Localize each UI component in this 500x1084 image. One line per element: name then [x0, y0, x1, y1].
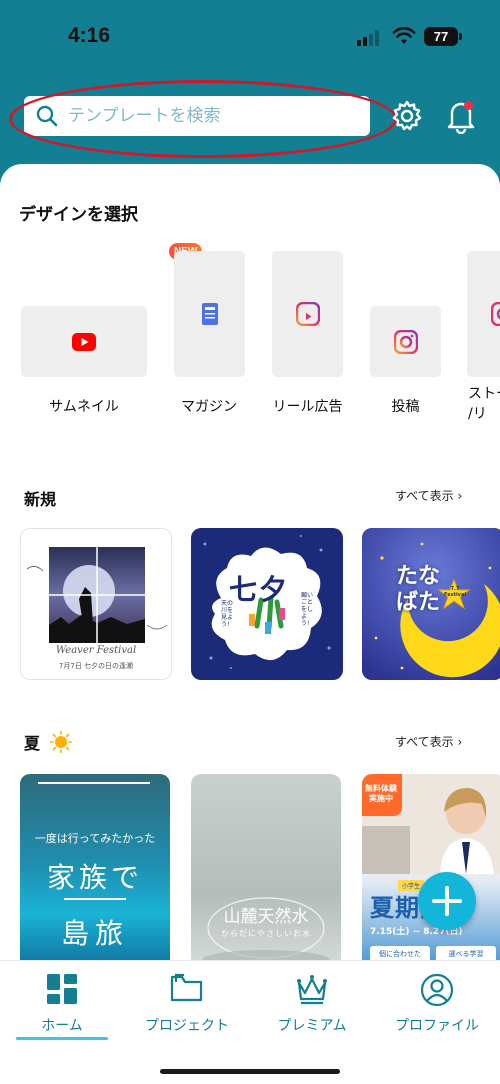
bell-icon[interactable]: [444, 98, 478, 134]
main-sheet: デザインを選択 サムネイル NEW マガジン リール広告: [0, 164, 500, 1084]
water-glass-artwork: [202, 897, 330, 970]
template-card-tanabata-cloud[interactable]: 七夕 天の川を見よう! 願いごとをしよう!: [191, 528, 343, 680]
weaver-caption: 7月7日 七夕の日の逢瀬: [58, 662, 134, 670]
design-label-post: 投稿: [391, 399, 420, 415]
home-grid-icon: [47, 974, 77, 1004]
island-line2: 家族で: [46, 861, 143, 894]
signal-icon: [357, 30, 383, 46]
weaver-festival-artwork: [26, 547, 168, 643]
design-card-post[interactable]: [370, 306, 441, 377]
course-badge: 無料体験 実施中: [362, 774, 402, 816]
template-card-island-trip[interactable]: 一度は行ってみたかった 家族で 島旅: [20, 774, 170, 974]
design-label-magazine: マガジン: [181, 399, 237, 415]
search-icon: [36, 105, 58, 127]
design-label-story: ストー /リ: [468, 386, 500, 422]
status-time: 4:16: [68, 24, 111, 47]
nav-projects[interactable]: プロジェクト: [127, 961, 247, 1041]
nav-profile[interactable]: プロファイル: [377, 961, 497, 1041]
summer-see-all-link[interactable]: すべて表示 ›: [395, 733, 462, 750]
nav-profile-label: プロファイル: [395, 1018, 479, 1034]
design-label-reels-ad: リール広告: [272, 399, 343, 415]
island-line1: 一度は行ってみたかった: [34, 832, 156, 845]
tanabata-star-text: 7.7 Festival: [444, 586, 467, 598]
template-card-weaver[interactable]: Weaver Festival 7月7日 七夕の日の逢瀬: [20, 528, 172, 680]
sun-icon: [49, 730, 72, 754]
battery-indicator: 77: [424, 27, 462, 46]
island-line3: 島旅: [60, 917, 129, 950]
search-bar[interactable]: [24, 96, 370, 136]
magazine-icon: [201, 303, 218, 325]
nav-active-indicator: [16, 1037, 108, 1040]
design-section-title: デザインを選択: [19, 205, 138, 225]
design-label-thumbnail: サムネイル: [49, 399, 119, 415]
crown-icon: [297, 975, 327, 1005]
template-card-spring-water[interactable]: 山麓天然水 からだにやさしいお水: [191, 774, 341, 974]
nav-premium[interactable]: プレミアム: [252, 961, 372, 1041]
home-indicator: [160, 1069, 340, 1074]
new-see-all-link[interactable]: すべて表示 ›: [395, 487, 462, 504]
nav-home[interactable]: ホーム: [2, 961, 122, 1041]
bottom-nav: ホーム プロジェクト プレミアム プロファイル: [0, 960, 500, 1084]
tanabata-title: 七夕: [229, 573, 290, 606]
tanabata-sub-left: 天の川を見よう!: [221, 600, 234, 628]
weaver-title: Weaver Festival: [55, 645, 137, 656]
folder-icon: [170, 973, 203, 1002]
summer-section-title: 夏: [24, 730, 72, 754]
design-card-magazine[interactable]: [174, 251, 245, 377]
youtube-icon: [72, 332, 96, 351]
water-title: 山麓天然水: [223, 907, 309, 927]
template-card-tanabata-moon[interactable]: たなばた 7.7 Festival: [362, 528, 500, 680]
design-card-story[interactable]: [467, 251, 500, 377]
template-card-summer-course[interactable]: 無料体験 実施中 小学生 夏期講習 7.15(土) ~ 8.27(日) 個に合わ…: [362, 774, 500, 974]
reels-icon: [295, 302, 320, 326]
nav-projects-label: プロジェクト: [145, 1018, 229, 1034]
gear-icon[interactable]: [389, 98, 425, 134]
nav-home-label: ホーム: [41, 1018, 83, 1034]
notification-dot: [464, 101, 473, 110]
nav-premium-label: プレミアム: [277, 1018, 347, 1034]
new-section-title: 新規: [24, 490, 57, 509]
status-bar: 4:16 77: [0, 0, 500, 76]
design-card-reels-ad[interactable]: [272, 251, 343, 377]
water-subtitle: からだにやさしいお水: [221, 929, 311, 938]
tanabata-sub-right: 願いごとをしよう!: [301, 592, 314, 627]
design-card-thumbnail[interactable]: [21, 306, 147, 377]
island-divider: [64, 898, 126, 900]
profile-icon: [420, 973, 454, 1007]
instagram-icon: [393, 329, 418, 354]
wifi-icon: [392, 27, 416, 44]
instagram-icon: [491, 302, 500, 326]
island-frame: [38, 782, 150, 784]
search-input[interactable]: [68, 96, 358, 136]
create-fab-button[interactable]: [418, 872, 476, 930]
summer-title-text: 夏: [24, 734, 41, 753]
